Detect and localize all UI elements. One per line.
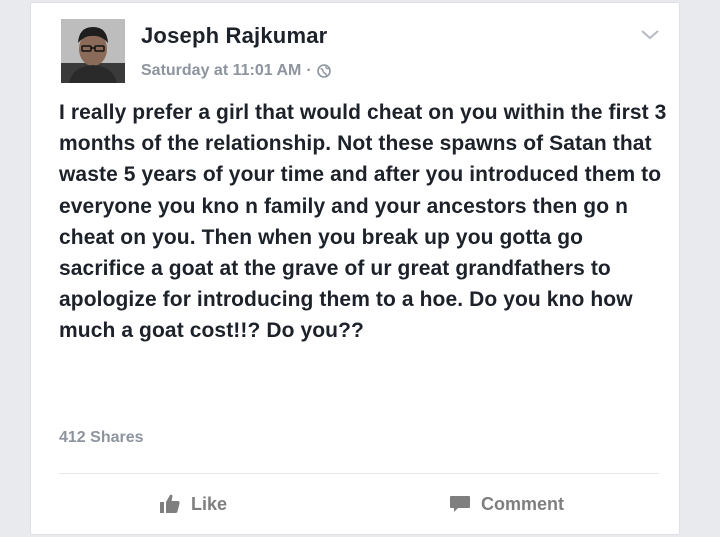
like-label: Like: [191, 493, 228, 514]
thumbs-up-icon: [159, 493, 181, 515]
meta-separator: ·: [306, 62, 312, 79]
avatar[interactable]: [61, 19, 125, 83]
post-timestamp[interactable]: Saturday at 11:01 AM: [141, 62, 301, 80]
chevron-down-icon[interactable]: [639, 25, 661, 43]
post-meta: Saturday at 11:01 AM ·: [141, 62, 331, 80]
post-card: Joseph Rajkumar Saturday at 11:01 AM · I…: [30, 2, 680, 535]
profile-photo: [61, 19, 125, 83]
divider: [59, 473, 659, 474]
post-body: I really prefer a girl that would cheat …: [59, 101, 667, 343]
globe-icon: [316, 64, 331, 78]
speech-bubble-icon: [449, 493, 471, 515]
comment-button[interactable]: Comment: [449, 493, 564, 515]
like-button[interactable]: Like: [159, 493, 227, 515]
comment-label: Comment: [481, 493, 565, 514]
shares-count[interactable]: 412 Shares: [59, 429, 144, 447]
author-name[interactable]: Joseph Rajkumar: [141, 23, 327, 49]
